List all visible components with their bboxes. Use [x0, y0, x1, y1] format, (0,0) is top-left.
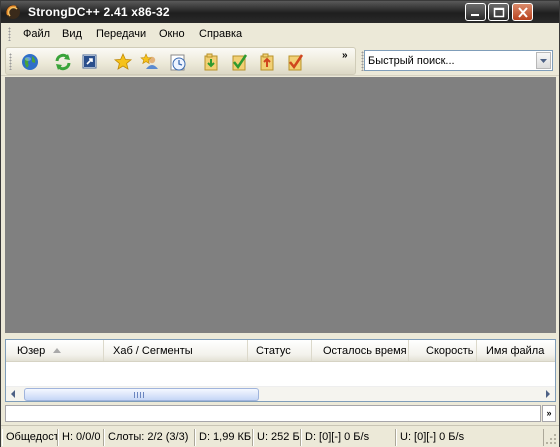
- maximize-button[interactable]: [488, 3, 509, 21]
- scrollbar-thumb[interactable]: [24, 388, 259, 401]
- status-upload-speed: U: [0][-] 0 Б/s: [396, 429, 544, 446]
- title-bar[interactable]: StrongDC++ 2.41 x86-32: [1, 1, 559, 23]
- toolbar-row: » Быстрый поиск...: [1, 45, 559, 76]
- column-header-hub-label: Хаб / Сегменты: [113, 345, 193, 357]
- upload-folder-icon[interactable]: [257, 52, 277, 72]
- window-tabs-bar[interactable]: [5, 405, 541, 422]
- window-tabs-overflow-chevron[interactable]: »: [542, 405, 556, 422]
- menu-window[interactable]: Окно: [159, 28, 185, 40]
- menu-transfers[interactable]: Передачи: [96, 28, 146, 40]
- download-folder-icon[interactable]: [201, 52, 221, 72]
- refresh-icon[interactable]: [53, 52, 73, 72]
- sort-ascending-icon: [53, 348, 61, 353]
- column-header-time-left-label: Осталось время: [323, 345, 407, 357]
- column-header-speed[interactable]: Скорость: [409, 340, 477, 361]
- toolbar-grip[interactable]: [9, 53, 12, 70]
- mdi-client-area[interactable]: [5, 77, 556, 333]
- column-header-user[interactable]: Юзер: [6, 340, 104, 361]
- window-title: StrongDC++ 2.41 x86-32: [28, 5, 170, 19]
- status-downloaded: D: 1,99 КБ: [195, 429, 253, 446]
- toolbar-overflow-chevron[interactable]: »: [342, 50, 348, 61]
- column-header-status-label: Статус: [256, 345, 291, 357]
- scrollbar-thumb-grip: [134, 392, 144, 398]
- maximize-icon: [493, 7, 505, 18]
- status-hubs-text: H: 0/0/0: [62, 431, 101, 443]
- status-uploaded-text: U: 252 Б: [257, 431, 300, 443]
- strongdc-app-icon[interactable]: [5, 4, 21, 20]
- status-shared: Общедост: [2, 429, 58, 446]
- scroll-right-arrow-icon[interactable]: [540, 387, 555, 402]
- column-header-time-left[interactable]: Осталось время: [312, 340, 409, 361]
- status-slots: Слоты: 2/2 (3/3): [104, 429, 195, 446]
- menu-view[interactable]: Вид: [62, 28, 82, 40]
- column-header-user-label: Юзер: [17, 345, 46, 357]
- favorite-users-icon[interactable]: [140, 52, 160, 72]
- status-shared-text: Общедост: [6, 431, 58, 443]
- main-window: StrongDC++ 2.41 x86-32 Файл Вид Передачи…: [0, 0, 560, 447]
- close-button[interactable]: [512, 3, 533, 21]
- column-header-filename[interactable]: Имя файла: [477, 340, 555, 361]
- close-icon: [518, 7, 528, 18]
- status-hubs: H: 0/0/0: [58, 429, 104, 446]
- menu-file[interactable]: Файл: [23, 28, 50, 40]
- minimize-button[interactable]: [465, 3, 486, 21]
- menu-grip[interactable]: [8, 27, 11, 41]
- column-header-status[interactable]: Статус: [248, 340, 312, 361]
- quick-search-dropdown-button[interactable]: [536, 52, 551, 69]
- quick-search-input[interactable]: Быстрый поиск...: [368, 55, 455, 67]
- transfer-list-header: Юзер Хаб / Сегменты Статус Осталось врем…: [6, 340, 555, 362]
- queue-clock-icon[interactable]: [168, 52, 188, 72]
- transfer-list[interactable]: Юзер Хаб / Сегменты Статус Осталось врем…: [5, 339, 556, 402]
- status-slots-text: Слоты: 2/2 (3/3): [108, 431, 189, 443]
- status-download-speed-text: D: [0][-] 0 Б/s: [305, 431, 370, 443]
- minimize-icon: [471, 14, 479, 16]
- column-header-speed-label: Скорость: [426, 345, 474, 357]
- shortcut-icon[interactable]: [80, 52, 100, 72]
- finished-uploads-icon[interactable]: [285, 52, 305, 72]
- favorites-star-icon[interactable]: [113, 52, 133, 72]
- status-download-speed: D: [0][-] 0 Б/s: [301, 429, 396, 446]
- status-downloaded-text: D: 1,99 КБ: [199, 431, 252, 443]
- transfer-list-horizontal-scrollbar[interactable]: [6, 386, 555, 401]
- status-bar: Общедост H: 0/0/0 Слоты: 2/2 (3/3) D: 1,…: [1, 425, 559, 447]
- status-upload-speed-text: U: [0][-] 0 Б/s: [400, 431, 465, 443]
- main-toolbar: »: [5, 47, 356, 75]
- chevron-down-icon: [540, 59, 547, 63]
- status-uploaded: U: 252 Б: [253, 429, 301, 446]
- menu-bar: Файл Вид Передачи Окно Справка: [1, 23, 559, 45]
- finished-downloads-icon[interactable]: [229, 52, 249, 72]
- column-header-filename-label: Имя файла: [486, 345, 545, 357]
- column-header-hub[interactable]: Хаб / Сегменты: [104, 340, 248, 361]
- resize-grip-icon[interactable]: [545, 433, 557, 445]
- globe-icon[interactable]: [20, 52, 40, 72]
- menu-help[interactable]: Справка: [199, 28, 242, 40]
- quick-search-combobox[interactable]: Быстрый поиск...: [364, 50, 553, 71]
- scroll-left-arrow-icon[interactable]: [6, 387, 21, 402]
